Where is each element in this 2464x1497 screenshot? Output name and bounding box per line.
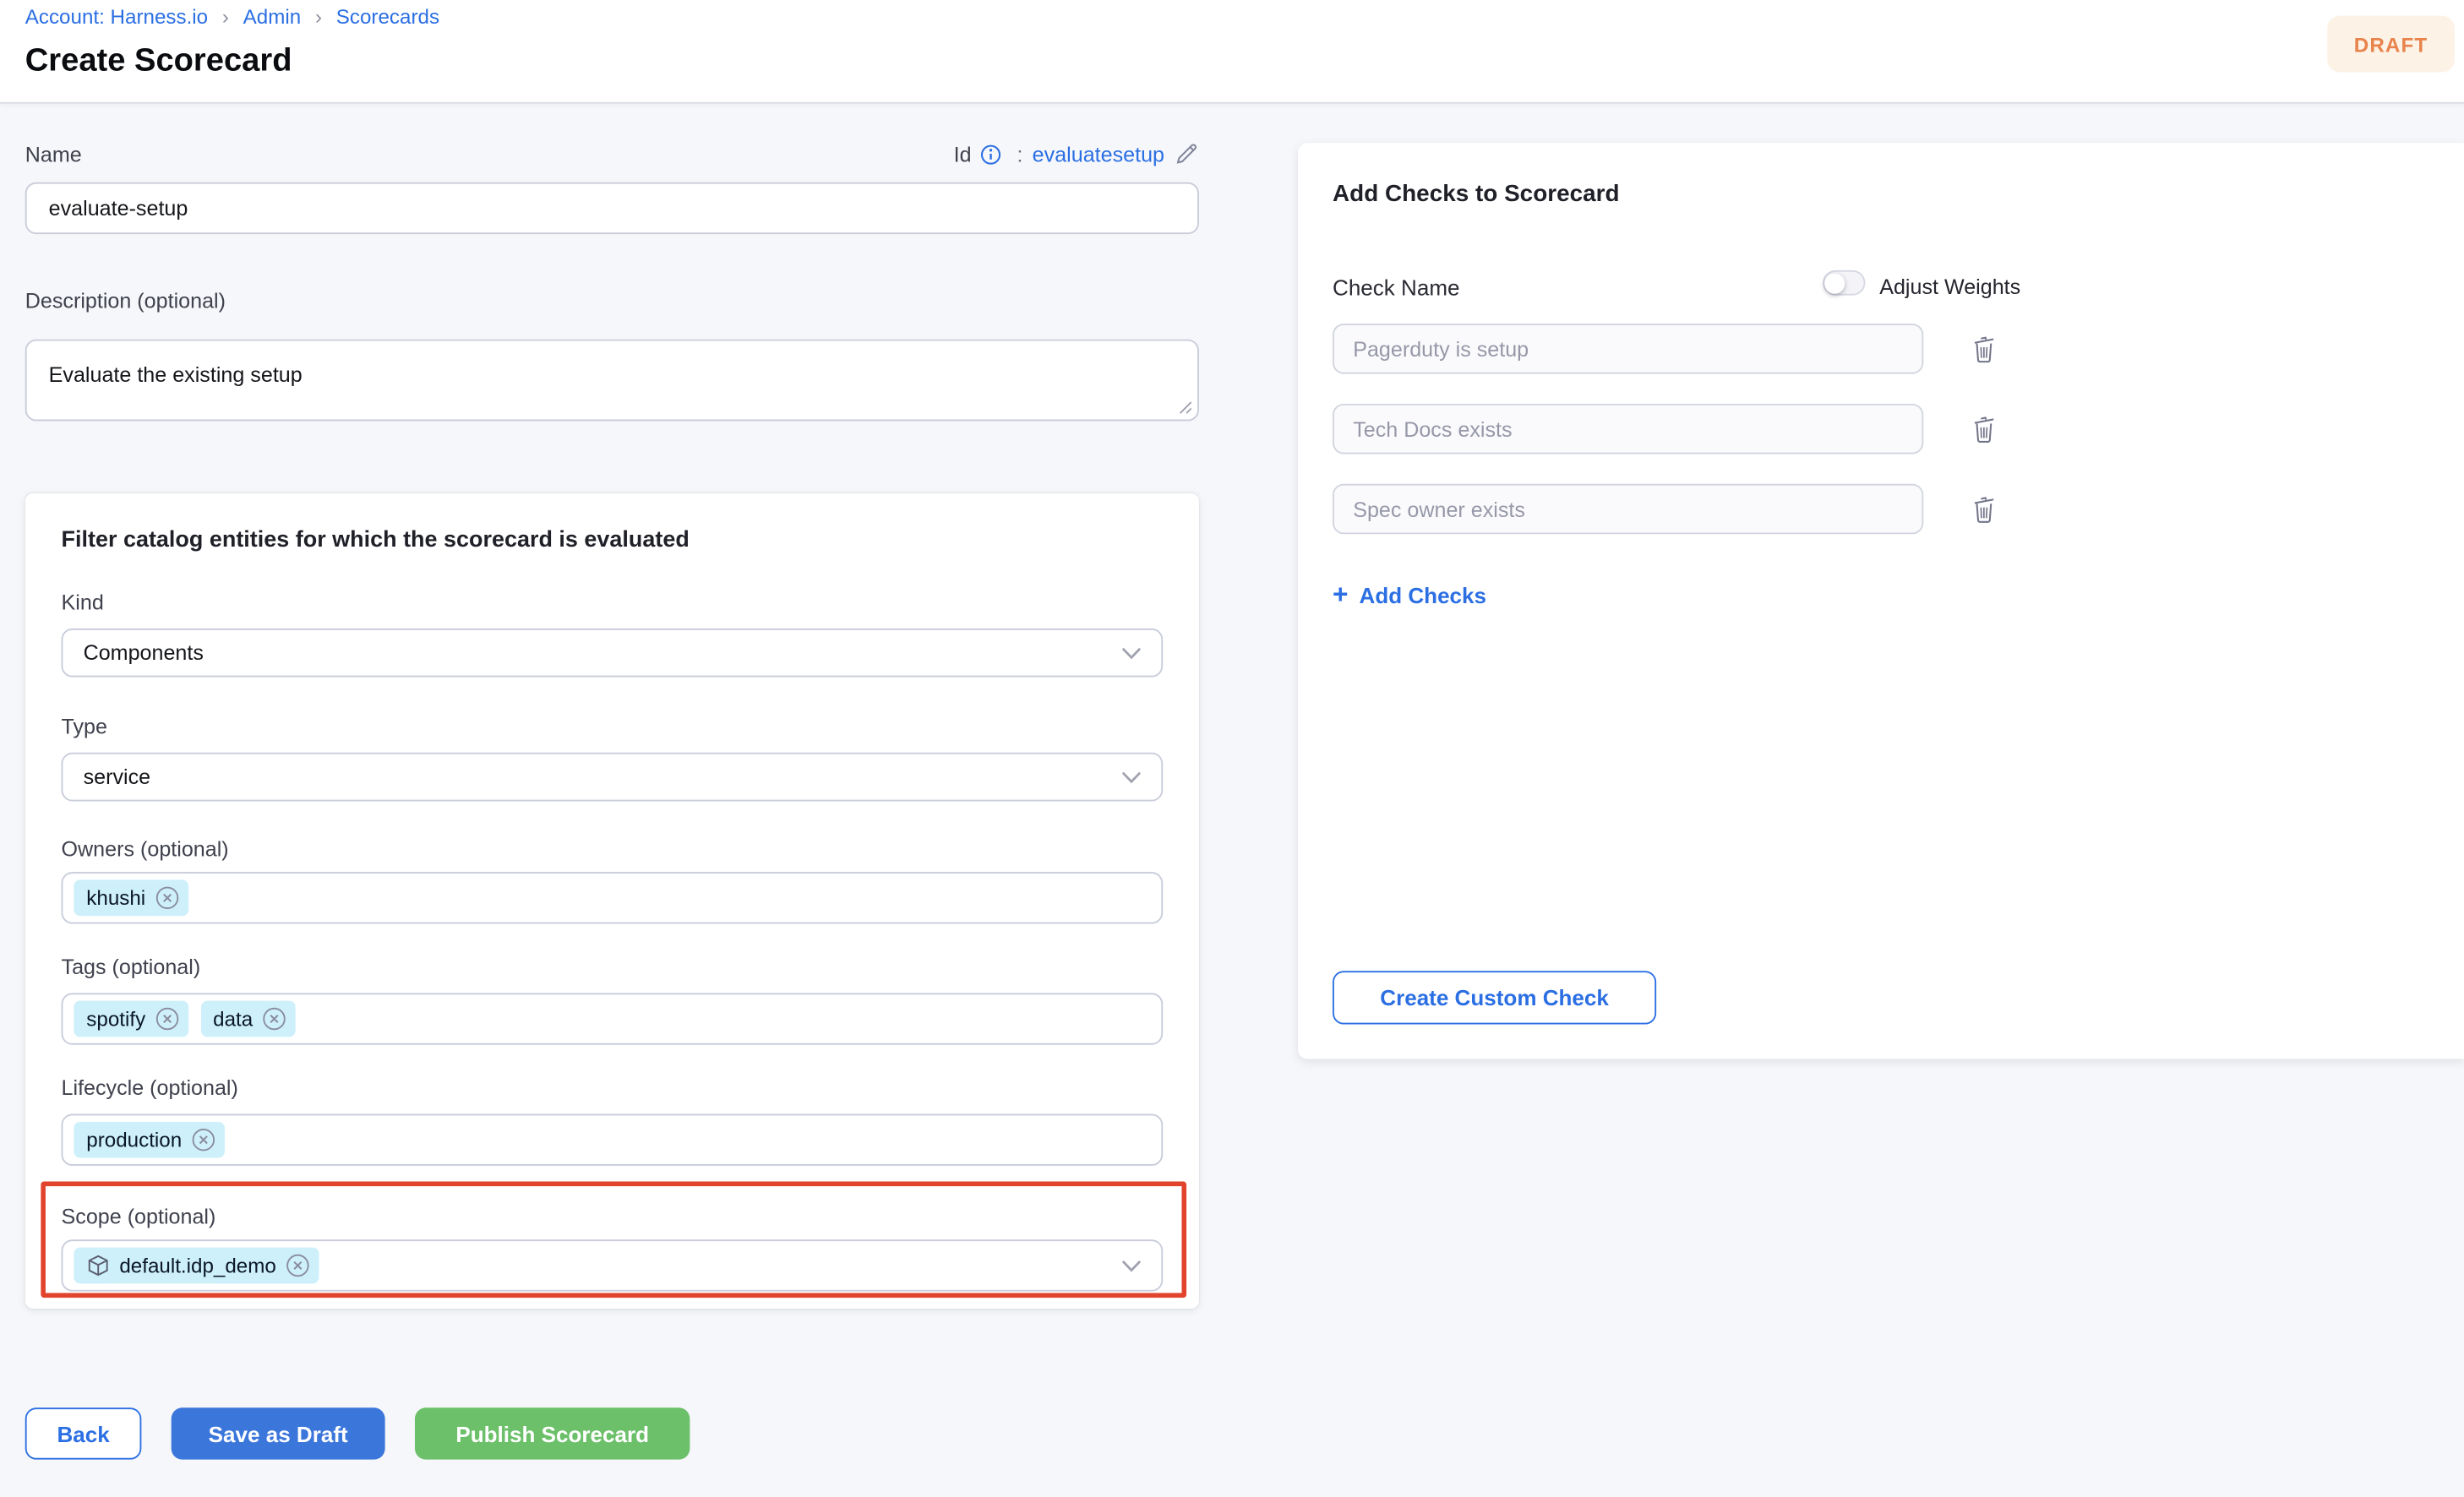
tags-input[interactable]: spotify data (62, 993, 1164, 1044)
info-icon[interactable] (981, 144, 1001, 164)
tag-chip: data (200, 1001, 295, 1037)
close-icon[interactable] (155, 1007, 178, 1031)
add-checks-button[interactable]: + Add Checks (1333, 580, 1486, 611)
breadcrumb-scorecards-link[interactable]: Scorecards (336, 5, 439, 29)
save-as-draft-button[interactable]: Save as Draft (172, 1407, 385, 1459)
adjust-weights-toggle[interactable] (1823, 270, 1865, 296)
description-label: Description (optional) (25, 289, 226, 313)
check-input[interactable]: Tech Docs exists (1333, 404, 1923, 455)
filter-heading: Filter catalog entities for which the sc… (62, 528, 690, 553)
id-row: Id : evaluatesetup (25, 141, 1199, 166)
tags-label: Tags (optional) (62, 955, 201, 979)
tag-chip-label: data (213, 1007, 253, 1031)
tag-chip: spotify (74, 1001, 188, 1037)
owner-chip: khushi (74, 879, 188, 916)
page-header: Account: Harness.io › Admin › Scorecards… (0, 0, 2464, 104)
check-input[interactable]: Pagerduty is setup (1333, 324, 1923, 374)
name-input-value: evaluate-setup (27, 196, 188, 220)
toggle-knob (1824, 273, 1845, 293)
plus-icon: + (1333, 580, 1348, 611)
add-checks-title: Add Checks to Scorecard (1333, 181, 1620, 208)
trash-icon[interactable] (1965, 330, 2003, 368)
scope-select[interactable]: default.idp_demo (62, 1239, 1164, 1291)
kind-select[interactable]: Components (62, 629, 1164, 678)
edit-icon[interactable] (1174, 141, 1199, 166)
add-checks-card: Add Checks to Scorecard Check Name Adjus… (1298, 143, 2464, 1059)
create-custom-check-button[interactable]: Create Custom Check (1333, 971, 1656, 1024)
check-value: Tech Docs exists (1334, 417, 1513, 441)
id-separator: : (1017, 142, 1023, 166)
lifecycle-chip: production (74, 1122, 224, 1158)
breadcrumb-separator: › (315, 5, 322, 29)
kind-label: Kind (62, 591, 104, 614)
owners-input[interactable]: khushi (62, 872, 1164, 923)
lifecycle-chip-label: production (86, 1128, 182, 1151)
check-value: Spec owner exists (1334, 498, 1525, 521)
type-label: Type (62, 715, 107, 738)
cube-icon (86, 1254, 110, 1277)
breadcrumb-separator: › (222, 5, 229, 29)
check-value: Pagerduty is setup (1334, 337, 1529, 361)
add-checks-label: Add Checks (1360, 583, 1486, 608)
description-value: Evaluate the existing setup (49, 363, 303, 387)
name-input[interactable]: evaluate-setup (25, 182, 1199, 234)
check-input[interactable]: Spec owner exists (1333, 484, 1923, 535)
id-label: Id (954, 142, 972, 166)
adjust-weights-label: Adjust Weights (1879, 275, 2020, 298)
close-icon[interactable] (286, 1254, 309, 1277)
check-name-column-label: Check Name (1333, 275, 1459, 300)
close-icon[interactable] (191, 1128, 215, 1151)
chevron-down-icon (1122, 646, 1141, 659)
id-value-link[interactable]: evaluatesetup (1033, 142, 1164, 166)
type-select[interactable]: service (62, 753, 1164, 802)
kind-value: Components (63, 641, 204, 665)
close-icon[interactable] (155, 886, 178, 910)
chevron-down-icon (1122, 770, 1141, 783)
description-textarea[interactable]: Evaluate the existing setup (25, 340, 1199, 422)
type-value: service (63, 765, 150, 789)
owner-chip-label: khushi (86, 886, 145, 910)
scope-label: Scope (optional) (62, 1205, 216, 1228)
scope-chip: default.idp_demo (74, 1248, 319, 1284)
back-button[interactable]: Back (25, 1407, 142, 1459)
create-scorecard-page: Account: Harness.io › Admin › Scorecards… (0, 0, 2464, 1497)
publish-scorecard-button[interactable]: Publish Scorecard (415, 1407, 690, 1459)
trash-icon[interactable] (1965, 490, 2003, 528)
close-icon[interactable] (262, 1007, 286, 1031)
page-title: Create Scorecard (25, 42, 292, 80)
tag-chip-label: spotify (86, 1007, 145, 1031)
lifecycle-input[interactable]: production (62, 1114, 1164, 1166)
trash-icon[interactable] (1965, 410, 2003, 448)
owners-label: Owners (optional) (62, 837, 229, 861)
breadcrumb-admin-link[interactable]: Admin (243, 5, 302, 29)
status-badge: DRAFT (2327, 16, 2455, 73)
resize-handle-icon[interactable] (1179, 400, 1193, 415)
lifecycle-label: Lifecycle (optional) (62, 1076, 238, 1100)
breadcrumb-account-link[interactable]: Account: Harness.io (25, 5, 208, 29)
scope-chip-label: default.idp_demo (119, 1254, 276, 1277)
breadcrumb: Account: Harness.io › Admin › Scorecards (25, 5, 439, 29)
filter-card: Filter catalog entities for which the sc… (25, 493, 1199, 1309)
chevron-down-icon (1122, 1260, 1141, 1272)
